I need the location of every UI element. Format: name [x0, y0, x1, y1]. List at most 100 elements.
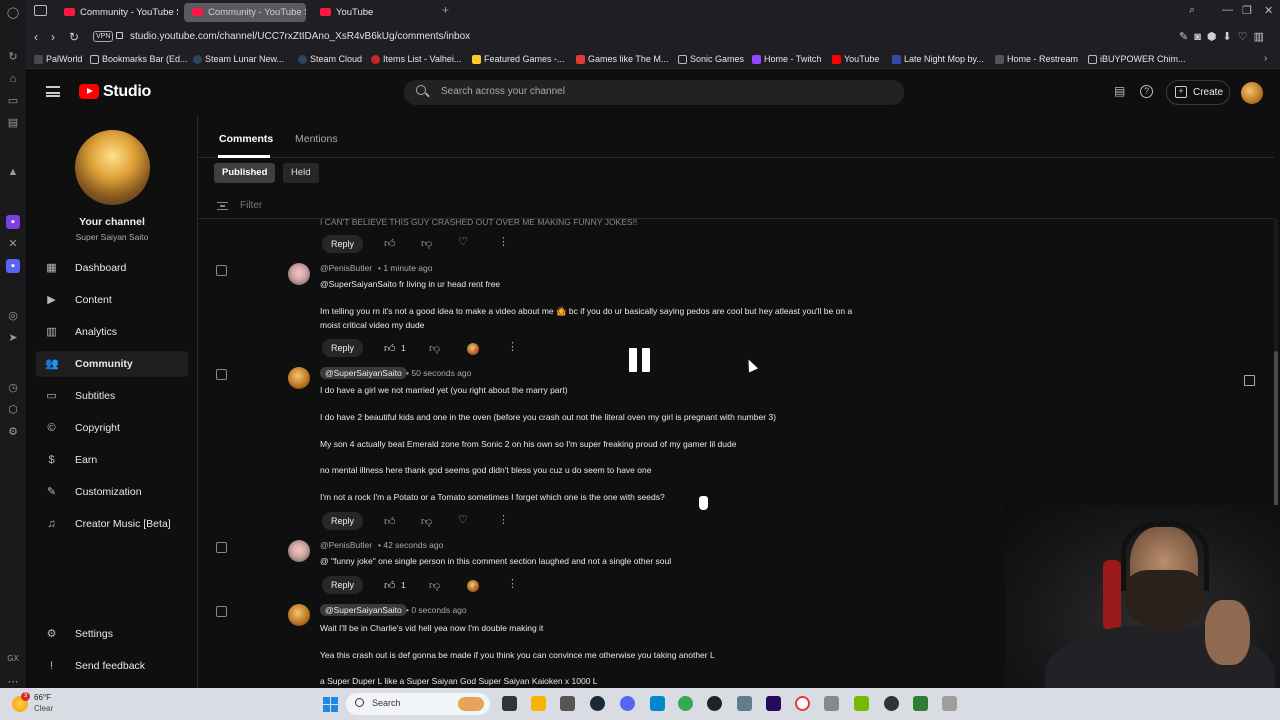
dislike-icon[interactable]: 👎︎	[429, 579, 440, 592]
comment-time[interactable]: • 1 minute ago	[378, 263, 433, 273]
opera-gx-icon[interactable]	[795, 696, 810, 711]
open-external-icon[interactable]	[1244, 375, 1255, 386]
tab-islands-icon[interactable]	[34, 5, 47, 16]
chip-held[interactable]: Held	[283, 163, 319, 183]
sidebar-item-earn[interactable]: $ Earn	[36, 447, 188, 473]
gx-icon[interactable]: GX	[6, 652, 20, 666]
comment-author[interactable]: @PenisButler	[320, 540, 372, 550]
comment-checkbox[interactable]	[216, 265, 227, 276]
reply-button[interactable]: Reply	[322, 339, 364, 357]
new-tab-icon[interactable]: +	[442, 3, 449, 17]
settings-icon[interactable]: ⚙	[6, 425, 20, 439]
bookmark-item[interactable]: PalWorld	[34, 54, 82, 64]
close-icon[interactable]: ✕	[1264, 4, 1273, 17]
app-icon[interactable]	[942, 696, 957, 711]
sidebar-item-settings[interactable]: ⚙ Settings	[36, 621, 188, 647]
bookmark-item[interactable]: iBUYPOWER Chim...	[1088, 54, 1186, 64]
discord-icon[interactable]: ▪	[6, 259, 20, 273]
url-field[interactable]: studio.youtube.com/channel/UCC7rxZtIDAno…	[130, 31, 470, 42]
player-icon[interactable]: ◎	[6, 309, 20, 323]
speed-dial-icon[interactable]: ↻	[6, 50, 20, 64]
app-icon[interactable]	[737, 696, 752, 711]
browser-tab[interactable]: YouTube	[312, 3, 434, 22]
like-icon[interactable]: 👍︎	[384, 342, 396, 355]
comment-time[interactable]: • 0 seconds ago	[406, 605, 467, 615]
bookmark-item[interactable]: Home - Restream	[995, 54, 1078, 64]
taskbar-search[interactable]: Search	[346, 693, 490, 715]
lock-icon[interactable]	[116, 32, 123, 39]
extensions-icon[interactable]: ⬡	[6, 403, 20, 417]
more-actions-icon[interactable]: ⋮	[507, 577, 518, 590]
reply-button[interactable]: Reply	[322, 512, 364, 530]
premiere-icon[interactable]	[766, 696, 781, 711]
commenter-avatar[interactable]	[288, 604, 310, 626]
browser-tab-active[interactable]: Community - YouTube St	[184, 3, 306, 22]
app-icon[interactable]	[913, 696, 928, 711]
create-button[interactable]: + Create	[1166, 80, 1230, 105]
comment-checkbox[interactable]	[216, 542, 227, 553]
sidebar-item-subtitles[interactable]: ▭ Subtitles	[36, 383, 188, 409]
mail-icon[interactable]: ▤	[6, 116, 20, 130]
forward-icon[interactable]: ›	[51, 30, 55, 44]
channel-avatar[interactable]	[75, 130, 150, 205]
browser-tab[interactable]: Community - YouTube St	[56, 3, 178, 22]
reply-button[interactable]: Reply	[322, 235, 364, 253]
bookmark-item[interactable]: Steam Lunar New...	[193, 54, 284, 64]
app-icon[interactable]	[884, 696, 899, 711]
comment-checkbox[interactable]	[216, 369, 227, 380]
commenter-avatar[interactable]	[288, 263, 310, 285]
more-actions-icon[interactable]: ⋮	[498, 235, 509, 248]
messenger-icon[interactable]: ▭	[6, 94, 20, 108]
shield-icon[interactable]: ⬢	[1207, 31, 1223, 43]
sidebar-item-dashboard[interactable]: ▦ Dashboard	[36, 255, 188, 281]
creator-heart-icon[interactable]	[467, 580, 479, 592]
bookmarks-overflow-icon[interactable]: ›	[1264, 53, 1267, 64]
search-input[interactable]: Search across your channel	[404, 80, 904, 105]
like-icon[interactable]: 👍︎	[384, 515, 396, 528]
comment-checkbox[interactable]	[216, 606, 227, 617]
commenter-avatar[interactable]	[288, 367, 310, 389]
discord-taskbar-icon[interactable]	[620, 696, 635, 711]
account-avatar[interactable]	[1241, 82, 1263, 104]
edit-icon[interactable]: ✎	[1179, 31, 1194, 43]
comment-time[interactable]: • 50 seconds ago	[406, 368, 471, 378]
creator-heart-icon[interactable]	[467, 343, 479, 355]
sidebar-item-analytics[interactable]: ▥ Analytics	[36, 319, 188, 345]
like-icon[interactable]: 👍︎	[384, 579, 396, 592]
x-icon[interactable]: ✕	[6, 237, 20, 251]
reload-icon[interactable]: ↻	[69, 30, 79, 44]
help-icon[interactable]: ?	[1140, 85, 1153, 98]
bookmark-item[interactable]: Featured Games -...	[472, 54, 565, 64]
comment-author[interactable]: @SuperSaiyanSaito	[320, 367, 407, 379]
sidebar-item-copyright[interactable]: © Copyright	[36, 415, 188, 441]
comment-time[interactable]: • 42 seconds ago	[378, 540, 443, 550]
app-icon[interactable]	[707, 696, 722, 711]
dislike-icon[interactable]: 👎︎	[429, 342, 440, 355]
sidebar-toggle-icon[interactable]: ▥	[1254, 31, 1270, 43]
heart-icon[interactable]: ♡	[458, 235, 468, 248]
download-icon[interactable]: ⬇	[1223, 31, 1238, 43]
bookmark-item[interactable]: Games like The M...	[576, 54, 668, 64]
dislike-icon[interactable]: 👎︎	[421, 515, 432, 528]
nvidia-icon[interactable]	[854, 696, 869, 711]
reply-button[interactable]: Reply	[322, 576, 364, 594]
vpn-badge[interactable]: VPN	[93, 31, 114, 42]
bookmark-item[interactable]: Late Night Mop by...	[892, 54, 984, 64]
filter-bar[interactable]: Filter	[198, 192, 1274, 219]
dislike-icon[interactable]: 👎︎	[421, 237, 432, 250]
more-actions-icon[interactable]: ⋮	[498, 513, 509, 526]
more-icon[interactable]: ⋯	[6, 675, 20, 689]
steam-taskbar-icon[interactable]	[590, 696, 605, 711]
bookmark-item[interactable]: Sonic Games	[678, 54, 744, 64]
aria-icon[interactable]: ⌂	[6, 72, 20, 86]
sidebar-item-feedback[interactable]: ! Send feedback	[36, 653, 188, 679]
scrollbar-thumb[interactable]	[1274, 351, 1278, 511]
more-actions-icon[interactable]: ⋮	[507, 340, 518, 353]
bookmark-item[interactable]: Bookmarks Bar (Ed...	[90, 54, 188, 64]
navigation-icon[interactable]: ▲	[6, 165, 20, 179]
bookmark-item[interactable]: Steam Cloud	[298, 54, 362, 64]
twitch-icon[interactable]: ▪	[6, 215, 20, 229]
sidebar-item-customization[interactable]: ✎ Customization	[36, 479, 188, 505]
comment-author[interactable]: @PenisButler	[320, 263, 372, 273]
search-tabs-icon[interactable]: ⌕	[1189, 4, 1195, 17]
